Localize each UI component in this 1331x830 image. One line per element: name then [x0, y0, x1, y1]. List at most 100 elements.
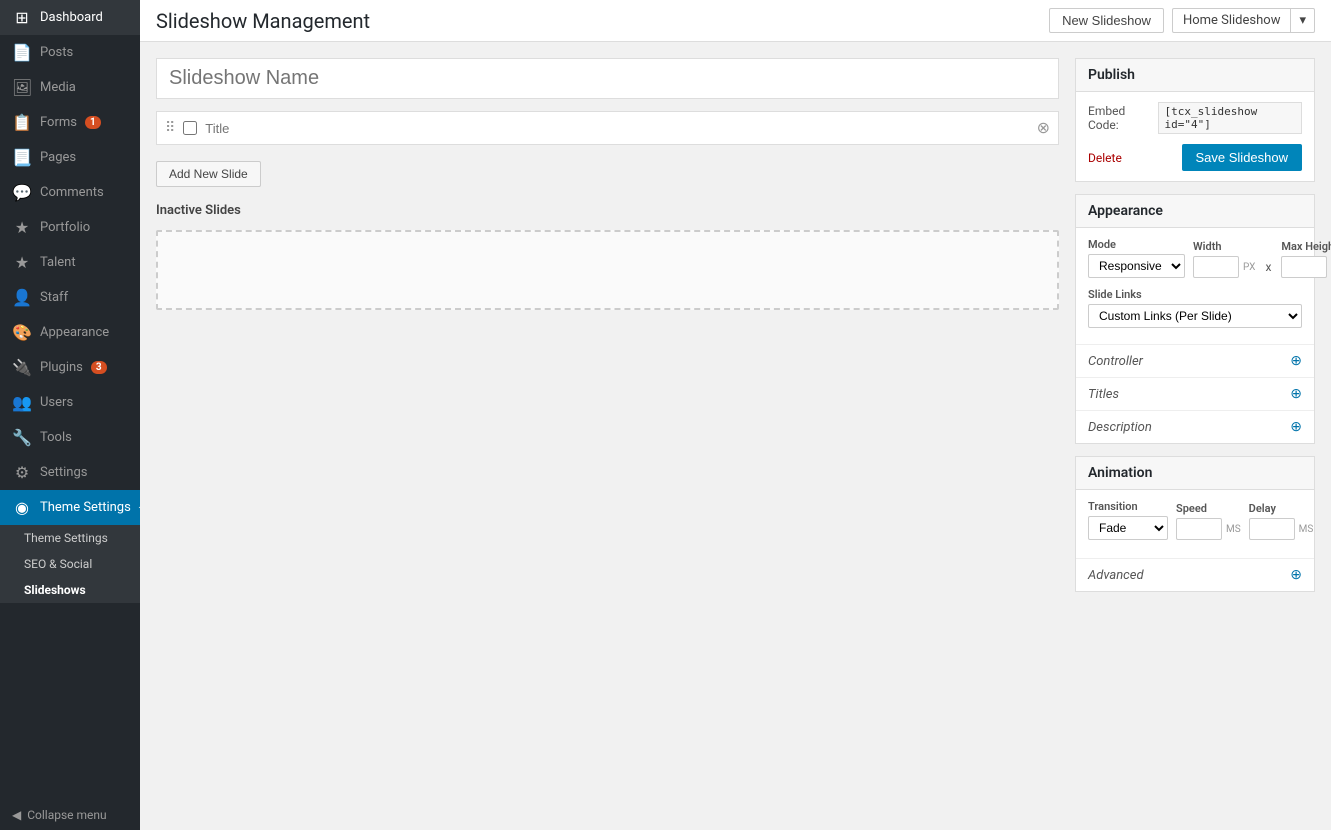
sidebar-item-media[interactable]: 🖼 Media	[0, 70, 140, 105]
titles-label: Titles	[1088, 387, 1119, 402]
inactive-drop-zone	[156, 230, 1059, 310]
slide-links-field-group: Slide Links Custom Links (Per Slide) No …	[1088, 288, 1302, 328]
sidebar-item-posts[interactable]: 📄 Posts	[0, 35, 140, 70]
controller-section[interactable]: Controller ⊕	[1076, 344, 1314, 377]
slide-checkbox[interactable]	[183, 121, 197, 135]
sidebar-item-appearance[interactable]: 🎨 Appearance	[0, 315, 140, 350]
sidebar-item-label: Pages	[40, 150, 76, 165]
publish-actions: Delete Save Slideshow	[1088, 144, 1302, 171]
sidebar-item-label: Portfolio	[40, 220, 90, 235]
sidebar-item-pages[interactable]: 📃 Pages	[0, 140, 140, 175]
sidebar-item-label: Settings	[40, 465, 87, 480]
width-label: Width	[1193, 240, 1255, 253]
submenu-item-theme-settings[interactable]: Theme Settings	[0, 525, 140, 551]
slide-remove-button[interactable]: ⊗	[1037, 118, 1050, 138]
x-separator: x	[1265, 260, 1271, 278]
new-slideshow-button[interactable]: New Slideshow	[1049, 8, 1164, 33]
submenu-label: SEO & Social	[24, 557, 92, 571]
submenu-item-slideshows[interactable]: Slideshows	[0, 577, 140, 603]
sidebar-item-settings[interactable]: ⚙ Settings	[0, 455, 140, 490]
forms-icon: 📋	[12, 113, 32, 132]
collapse-menu-button[interactable]: ◀ Collapse menu	[0, 800, 140, 830]
titles-section[interactable]: Titles ⊕	[1076, 377, 1314, 410]
slide-links-select[interactable]: Custom Links (Per Slide) No Links Link t…	[1088, 304, 1302, 328]
theme-settings-submenu: Theme Settings SEO & Social Slideshows	[0, 525, 140, 603]
width-input[interactable]: auto	[1193, 256, 1239, 278]
sidebar-item-portfolio[interactable]: ★ Portfolio	[0, 210, 140, 245]
speed-label: Speed	[1176, 502, 1241, 515]
right-panel: Publish Embed Code: [tcx_slideshow id="4…	[1075, 58, 1315, 814]
slideshow-dropdown-arrow-icon[interactable]: ▾	[1290, 9, 1314, 32]
page-title: Slideshow Management	[156, 9, 370, 33]
slide-links-row: Slide Links Custom Links (Per Slide) No …	[1088, 288, 1302, 328]
sidebar-item-staff[interactable]: 👤 Staff	[0, 280, 140, 315]
plugins-icon: 🔌	[12, 358, 32, 377]
settings-icon: ⚙	[12, 463, 32, 482]
main-area: Slideshow Management New Slideshow Home …	[140, 0, 1331, 830]
save-slideshow-button[interactable]: Save Slideshow	[1182, 144, 1303, 171]
description-section[interactable]: Description ⊕	[1076, 410, 1314, 443]
sidebar-item-talent[interactable]: ★ Talent	[0, 245, 140, 280]
slide-row: ⠿ ⊗	[156, 111, 1059, 145]
delay-unit: MS	[1299, 524, 1314, 535]
sidebar-item-label: Comments	[40, 185, 104, 200]
mode-select[interactable]: Responsive Fixed Fluid	[1088, 254, 1185, 278]
users-icon: 👥	[12, 393, 32, 412]
animation-box-header: Animation	[1076, 457, 1314, 490]
sidebar-item-label: Plugins	[40, 360, 83, 375]
submenu-item-seo-social[interactable]: SEO & Social	[0, 551, 140, 577]
sidebar-item-theme-settings[interactable]: ◉ Theme Settings ◀	[0, 490, 140, 525]
mode-label: Mode	[1088, 238, 1185, 251]
add-new-slide-button[interactable]: Add New Slide	[156, 161, 261, 187]
controller-label: Controller	[1088, 354, 1143, 369]
sidebar-item-label: Dashboard	[40, 10, 103, 25]
slide-links-label: Slide Links	[1088, 288, 1302, 301]
sidebar-item-dashboard[interactable]: ⊞ Dashboard	[0, 0, 140, 35]
slideshow-dropdown[interactable]: Home Slideshow ▾	[1172, 8, 1315, 33]
content-area: ⠿ ⊗ Add New Slide Inactive Slides Publis…	[140, 42, 1331, 830]
speed-input[interactable]: 900	[1176, 518, 1222, 540]
submenu-label: Slideshows	[24, 583, 86, 597]
embed-code-value: [tcx_slideshow id="4"]	[1158, 102, 1303, 134]
sidebar-item-label: Forms	[40, 115, 77, 130]
controller-expand-icon: ⊕	[1290, 353, 1302, 369]
animation-fields-row: Transition Fade Slide None Speed 900	[1088, 500, 1302, 540]
sidebar-item-users[interactable]: 👥 Users	[0, 385, 140, 420]
theme-settings-icon: ◉	[12, 498, 32, 517]
advanced-section[interactable]: Advanced ⊕	[1076, 558, 1314, 591]
collapse-icon: ◀	[12, 808, 21, 822]
theme-settings-arrow-icon: ◀	[139, 502, 140, 513]
description-label: Description	[1088, 420, 1152, 435]
max-height-input[interactable]: auto	[1281, 256, 1327, 278]
topbar: Slideshow Management New Slideshow Home …	[140, 0, 1331, 42]
forms-badge: 1	[85, 116, 101, 129]
sidebar-item-plugins[interactable]: 🔌 Plugins 3	[0, 350, 140, 385]
delete-link[interactable]: Delete	[1088, 151, 1122, 165]
speed-unit: MS	[1226, 524, 1241, 535]
main-panel: ⠿ ⊗ Add New Slide Inactive Slides	[156, 58, 1059, 814]
publish-box-body: Embed Code: [tcx_slideshow id="4"] Delet…	[1076, 92, 1314, 181]
sidebar-item-forms[interactable]: 📋 Forms 1	[0, 105, 140, 140]
drag-handle-icon[interactable]: ⠿	[165, 120, 175, 136]
slide-title-input[interactable]	[205, 121, 1028, 136]
posts-icon: 📄	[12, 43, 32, 62]
sidebar-item-label: Talent	[40, 255, 76, 270]
pages-icon: 📃	[12, 148, 32, 167]
delay-label: Delay	[1249, 502, 1314, 515]
tools-icon: 🔧	[12, 428, 32, 447]
animation-box-body: Transition Fade Slide None Speed 900	[1076, 490, 1314, 558]
delay-input[interactable]: 4000	[1249, 518, 1295, 540]
sidebar-item-comments[interactable]: 💬 Comments	[0, 175, 140, 210]
staff-icon: 👤	[12, 288, 32, 307]
sidebar-item-label: Posts	[40, 45, 73, 60]
sidebar-item-label: Tools	[40, 430, 72, 445]
sidebar-item-label: Media	[40, 80, 76, 95]
transition-label: Transition	[1088, 500, 1168, 513]
sidebar-item-tools[interactable]: 🔧 Tools	[0, 420, 140, 455]
slideshow-name-input[interactable]	[156, 58, 1059, 99]
transition-select[interactable]: Fade Slide None	[1088, 516, 1168, 540]
inactive-slides-label: Inactive Slides	[156, 203, 1059, 218]
width-field-group: Width auto PX	[1193, 240, 1255, 278]
plugins-badge: 3	[91, 361, 107, 374]
portfolio-icon: ★	[12, 218, 32, 237]
